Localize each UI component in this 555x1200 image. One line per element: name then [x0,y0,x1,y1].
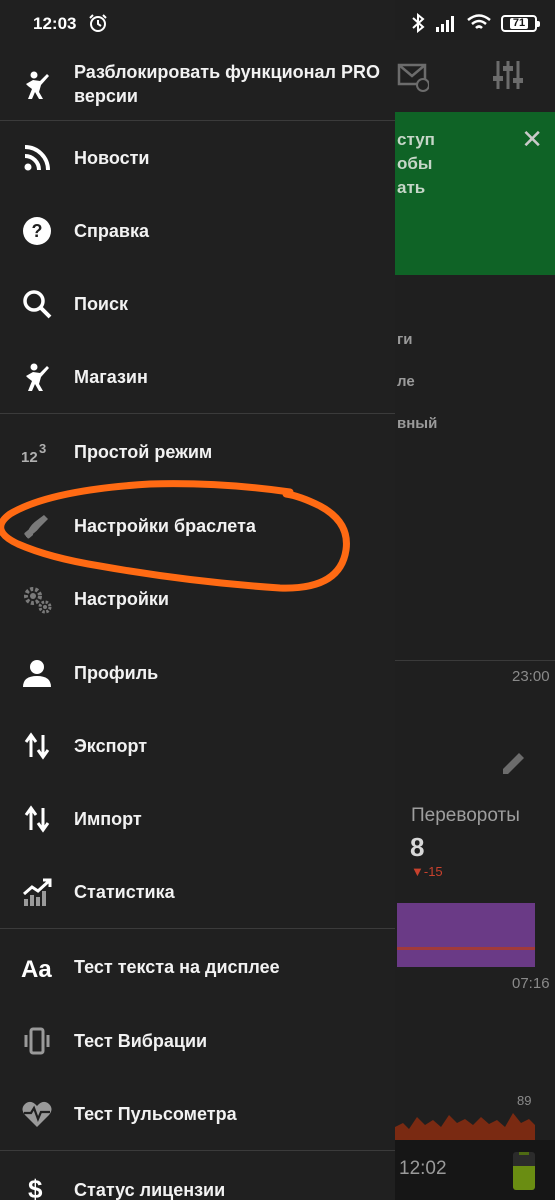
banner-line: ступ [397,130,435,149]
svg-text:12: 12 [21,449,38,464]
menu-item-bracelet-settings[interactable]: Настройки браслета [0,489,395,562]
menu-item-label: Экспорт [74,736,148,756]
menu-item-import[interactable]: Импорт [0,782,395,855]
menu-item-label: Статус лицензии [74,1180,226,1200]
heart-pulse-icon [21,1098,53,1130]
sliders-icon[interactable] [491,58,525,92]
menu-item-label: Новости [74,148,150,168]
menu-item-label: Магазин [74,367,148,387]
menu-item-label: Разблокировать функционал PRO [74,62,380,82]
signal-icon [436,16,454,32]
menu-item-display-text-test[interactable]: Aa Тест текста на дисплее [0,929,395,1004]
background-bottom-bar: 12:02 [395,1140,555,1200]
background-app: ступ обы ать ✕ ги ле вный 23:00 Переворо… [395,0,555,1200]
alarm-icon [89,14,107,32]
shop-figure-icon [21,361,53,393]
background-toolbar [395,40,555,112]
menu-item-unlock-pro[interactable]: Разблокировать функционал PRO версии [0,50,395,120]
sleep-chart-line [397,947,535,950]
menu-item-label: Тест текста на дисплее [74,957,280,977]
status-bar: 12:03 71 [0,0,555,50]
menu-item-shop[interactable]: Магазин [0,340,395,413]
mail-icon[interactable] [397,60,429,92]
background-list-line: вный [397,415,438,432]
menu-item-help[interactable]: ? Справка [0,194,395,267]
menu-item-label: Простой режим [74,442,213,462]
menu-item-label: версии [74,86,138,106]
heart-rate-chart [395,1113,535,1140]
svg-text:3: 3 [39,441,46,456]
dollar-icon: $ [21,1173,53,1200]
navigation-drawer: Разблокировать функционал PRO версии Нов… [0,0,395,1200]
gears-icon [21,583,53,615]
banner-close-icon[interactable]: ✕ [521,124,543,155]
menu-item-label: Импорт [74,809,142,829]
menu-item-profile[interactable]: Профиль [0,636,395,709]
background-list-line: ги [397,331,413,348]
menu-item-simple-mode[interactable]: 12 3 Простой режим [0,414,395,489]
menu-item-heart-rate-test[interactable]: Тест Пульсометра [0,1077,395,1150]
rss-icon [21,142,53,174]
bottom-clock: 12:02 [399,1158,447,1179]
search-icon [21,288,53,320]
chart-time-label: 07:16 [512,975,550,992]
bluetooth-icon [412,13,425,33]
svg-text:Aa: Aa [21,956,52,981]
menu-item-label: Настройки [74,589,169,609]
menu-item-news[interactable]: Новости [0,121,395,194]
menu-item-label: Профиль [74,663,159,683]
menu-item-vibration-test[interactable]: Тест Вибрации [0,1004,395,1077]
arrows-updown-icon [21,730,53,762]
menu-item-label: Справка [74,221,149,241]
menu-item-search[interactable]: Поиск [0,267,395,340]
menu-item-label: Тест Пульсометра [74,1104,237,1124]
time-label: 23:00 [512,668,550,685]
simple-mode-123-icon: 12 3 [21,436,53,468]
device-battery-icon [513,1152,535,1190]
menu-item-label: Тест Вибрации [74,1031,208,1051]
banner-line: ать [397,178,426,197]
menu-item-label: Настройки браслета [74,516,256,536]
menu-item-license-status[interactable]: $ Статус лицензии [0,1151,395,1200]
battery-level: 71 [509,17,529,29]
menu-item-export[interactable]: Экспорт [0,709,395,782]
turns-label: Перевороты [411,805,520,826]
background-list-line: ле [397,373,415,390]
stats-chart-icon [21,876,53,908]
sleep-chart-bar [397,903,535,967]
background-divider [395,660,555,661]
menu-item-statistics[interactable]: Статистика [0,855,395,928]
menu-item-label: Поиск [74,294,129,314]
turns-value: 8 [410,832,425,862]
menu-item-settings[interactable]: Настройки [0,562,395,636]
unlock-figure-icon [21,69,53,101]
battery-icon: 71 [501,14,540,32]
text-aa-icon: Aa [21,951,53,983]
turns-delta: ▼-15 [411,864,443,879]
bracelet-icon [21,510,53,542]
wifi-icon [467,14,491,29]
menu-item-label: Статистика [74,882,175,902]
help-icon: ? [21,215,53,247]
svg-text:$: $ [28,1174,43,1200]
svg-text:?: ? [32,221,43,241]
arrows-updown-icon [21,803,53,835]
status-time: 12:03 [33,14,77,33]
banner-line: обы [397,154,433,173]
vibration-icon [21,1025,53,1057]
edit-pencil-icon[interactable] [499,748,529,778]
person-icon [21,657,53,689]
